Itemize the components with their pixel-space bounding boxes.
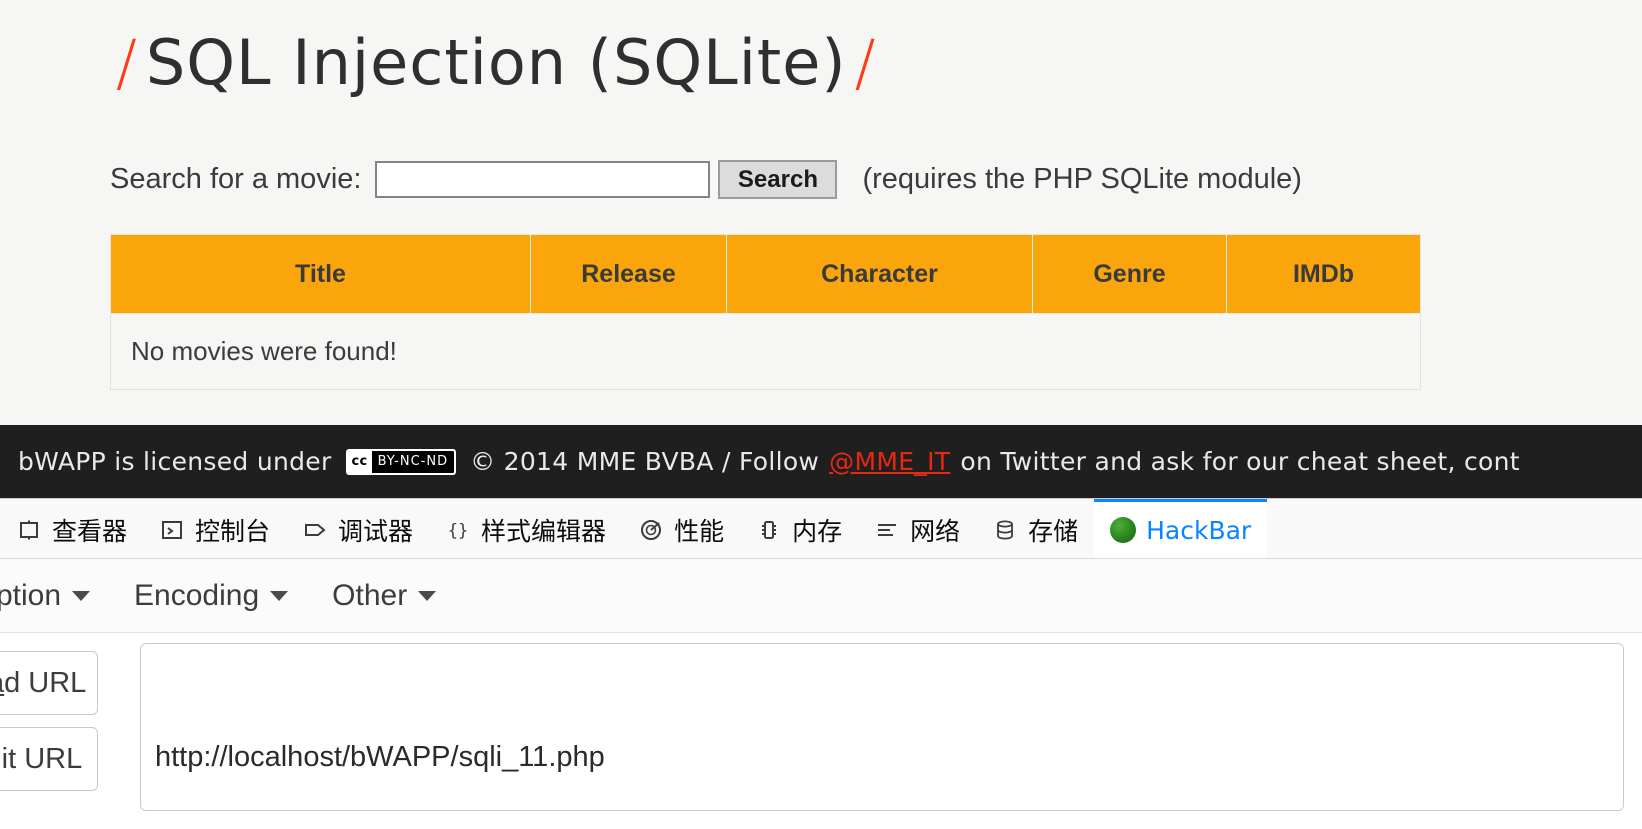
tab-memory[interactable]: 内存 (740, 499, 858, 558)
table-header-row: Title Release Character Genre IMDb (110, 234, 1421, 314)
tab-performance-label: 性能 (674, 517, 725, 546)
hackbar-menu-bar: cryption Encoding Other (0, 559, 1642, 633)
encoding-menu[interactable]: Encoding (112, 579, 310, 613)
url-line-1: http://localhost/bWAPP/sqli_11.php (155, 741, 605, 773)
empty-results-message: No movies were found! (110, 313, 1421, 390)
tab-memory-label: 内存 (792, 517, 843, 546)
tab-style-editor[interactable]: {} 样式编辑器 (429, 499, 622, 558)
style-editor-icon: {} (445, 517, 471, 543)
url-textarea[interactable]: http://localhost/bWAPP/sqli_11.php ?titl… (140, 643, 1624, 811)
cc-terms: BY-NC-ND (371, 450, 455, 473)
chevron-down-icon (72, 590, 91, 601)
title-slash-right: / (854, 26, 877, 99)
performance-icon (638, 517, 664, 543)
encryption-menu[interactable]: cryption (0, 579, 112, 613)
search-form: Search for a movie: Search (requires the… (110, 160, 1302, 199)
tab-hackbar-label: HackBar (1146, 515, 1252, 545)
footer-license-text: bWAPP is licensed under cc BY-NC-ND © 20… (0, 447, 1524, 476)
tab-storage-label: 存储 (1028, 517, 1079, 546)
title-slash-left: / (116, 26, 138, 99)
tab-storage[interactable]: 存储 (976, 499, 1094, 558)
column-header-release: Release (530, 234, 727, 314)
tab-console-label: 控制台 (195, 517, 271, 546)
tab-console[interactable]: 控制台 (143, 499, 286, 558)
network-icon (874, 517, 900, 543)
column-header-character: Character (726, 234, 1033, 314)
chevron-down-icon (270, 590, 289, 601)
tab-inspector[interactable]: 查看器 (0, 499, 143, 558)
footer-text-after: on Twitter and ask for our cheat sheet, … (960, 447, 1520, 476)
other-menu[interactable]: Other (310, 579, 458, 613)
svg-text:{}: {} (448, 521, 468, 541)
inspector-icon (16, 517, 42, 543)
console-icon (159, 517, 185, 543)
encoding-menu-label: Encoding (134, 578, 260, 612)
other-menu-label: Other (332, 578, 408, 612)
movies-results-table: Title Release Character Genre IMDb No mo… (110, 234, 1421, 390)
page-title-text: SQL Injection (SQLite) (145, 26, 847, 99)
column-header-title: Title (110, 234, 531, 314)
cc-mark: cc (347, 450, 372, 473)
table-empty-row: No movies were found! (110, 313, 1421, 390)
search-input[interactable] (375, 161, 711, 198)
column-header-genre: Genre (1032, 234, 1227, 314)
bwapp-page: / SQL Injection (SQLite) / Search for a mo… (0, 0, 1642, 425)
tab-debugger[interactable]: 调试器 (286, 499, 429, 558)
devtools-tab-bar: 查看器 控制台 调试器 {} 样式编辑器 性能 内存 网络 存储 HackBar (0, 499, 1642, 559)
storage-icon (992, 517, 1018, 543)
hackbar-icon (1110, 517, 1137, 543)
tab-debugger-label: 调试器 (338, 517, 414, 546)
chevron-down-icon (418, 590, 437, 601)
load-url-post: d URL (4, 667, 87, 699)
debugger-icon (302, 517, 328, 543)
tab-network[interactable]: 网络 (858, 499, 976, 558)
split-url-button[interactable]: Split URL (0, 727, 98, 791)
footer-text-before: bWAPP is licensed under (18, 447, 332, 476)
split-url-post: lit URL (0, 743, 83, 775)
encryption-menu-label: cryption (0, 578, 62, 612)
tab-network-label: 网络 (910, 517, 961, 546)
search-button[interactable]: Search (718, 160, 838, 199)
memory-icon (756, 517, 782, 543)
load-url-button[interactable]: Load URL (0, 651, 98, 715)
footer-text-middle: © 2014 MME BVBA / Follow (470, 447, 820, 476)
column-header-imdb: IMDb (1226, 234, 1421, 314)
tab-style-editor-label: 样式编辑器 (481, 517, 607, 546)
sqlite-module-note: (requires the PHP SQLite module) (862, 163, 1302, 195)
page-title: / SQL Injection (SQLite) / (108, 26, 884, 99)
tab-performance[interactable]: 性能 (622, 499, 740, 558)
hackbar-action-buttons: Load URL Split URL (0, 643, 98, 791)
devtools-panel: 查看器 控制台 调试器 {} 样式编辑器 性能 内存 网络 存储 HackBar… (0, 498, 1642, 829)
tab-hackbar[interactable]: HackBar (1094, 499, 1268, 558)
twitter-handle-link[interactable]: @MME_IT (829, 447, 950, 476)
creative-commons-badge-icon: cc BY-NC-ND (345, 448, 457, 475)
hackbar-url-panel: Load URL Split URL http://localhost/bWAP… (0, 633, 1642, 829)
tab-inspector-label: 查看器 (52, 517, 128, 546)
search-label: Search for a movie: (110, 163, 362, 195)
site-footer: bWAPP is licensed under cc BY-NC-ND © 20… (0, 425, 1642, 498)
